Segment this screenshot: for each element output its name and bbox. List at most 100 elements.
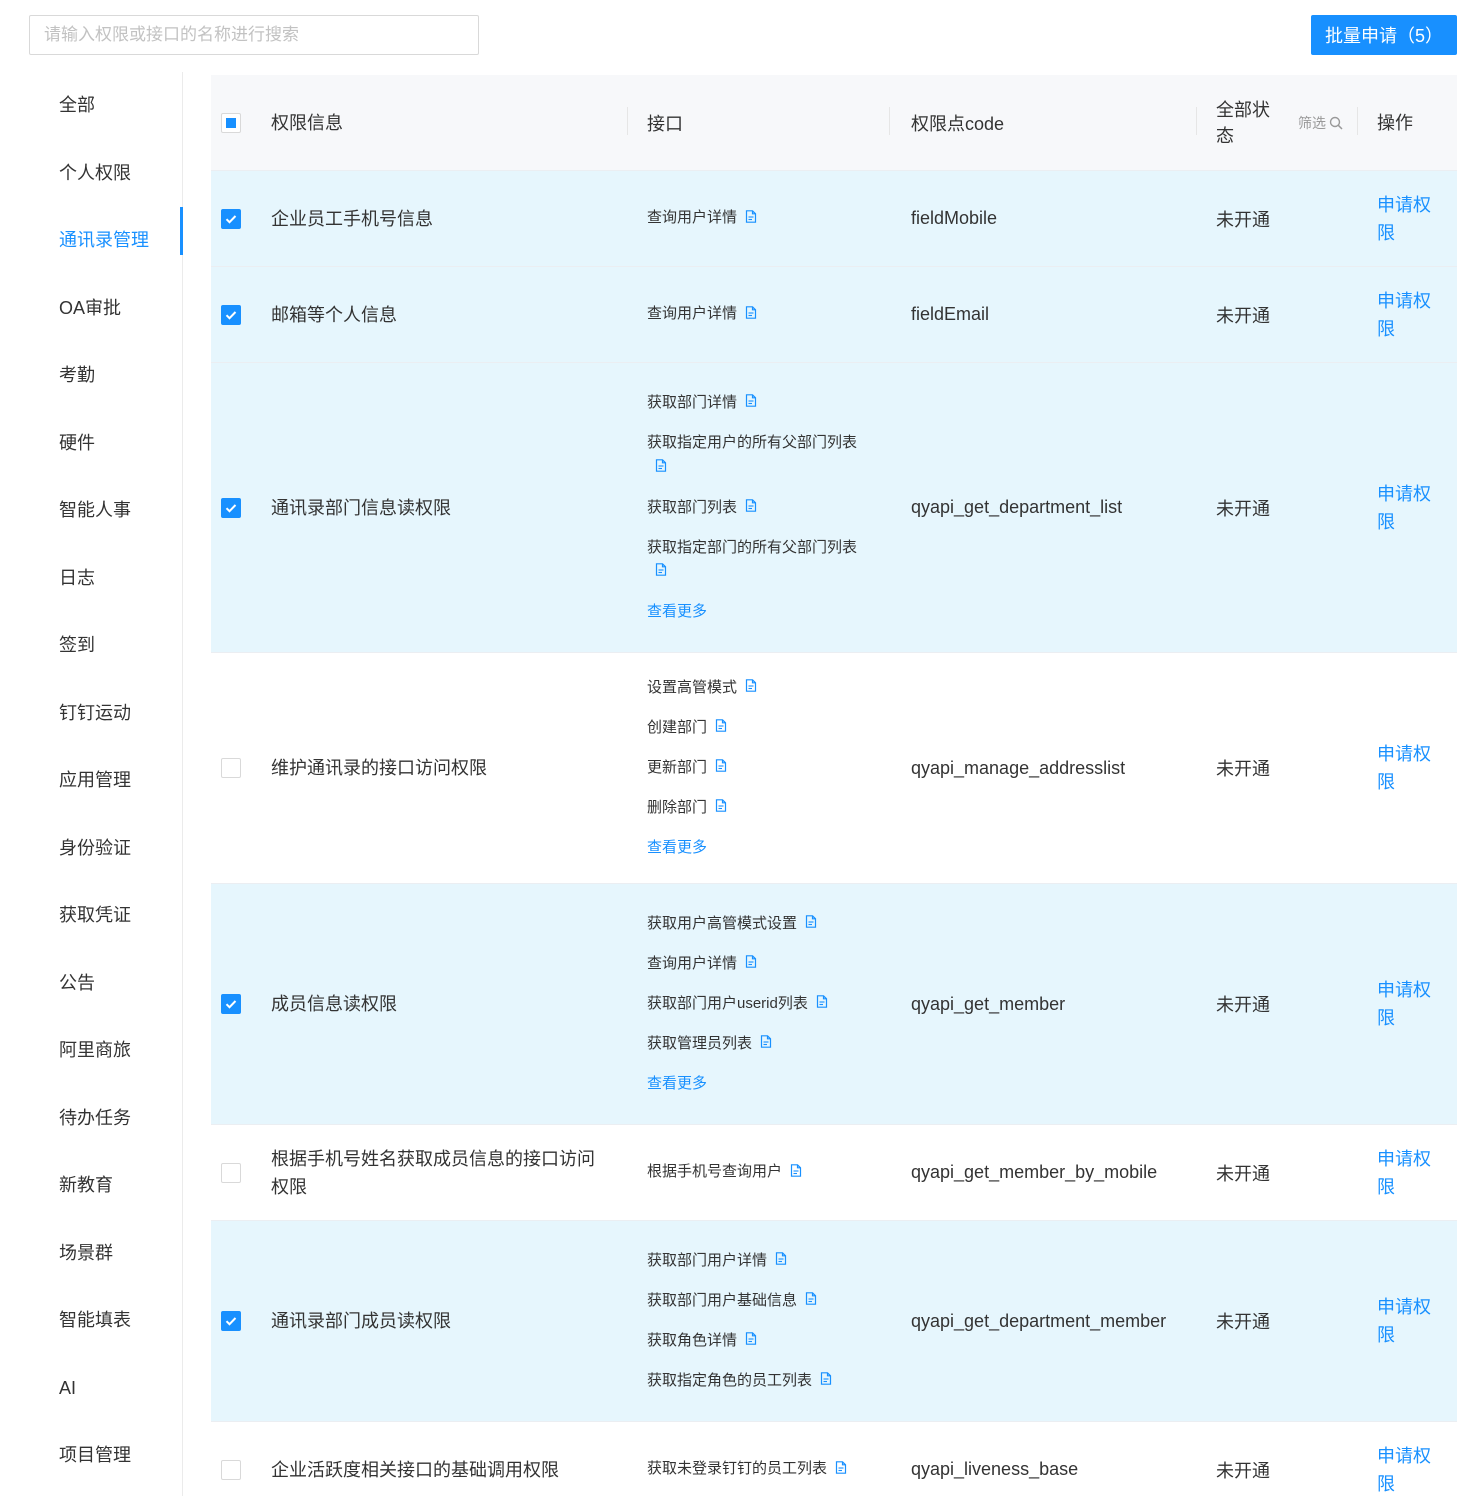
apply-permission-link[interactable]: 申请权限 (1377, 1442, 1437, 1496)
status-title: 全部状态 (1216, 99, 1270, 146)
sidebar-item[interactable]: 日志 (0, 545, 182, 613)
doc-icon[interactable] (745, 1321, 757, 1361)
sidebar-item[interactable]: 签到 (0, 612, 182, 680)
row-checkbox[interactable] (221, 1162, 241, 1183)
doc-icon[interactable] (655, 560, 667, 584)
sidebar-item[interactable]: 新教育 (0, 1152, 182, 1220)
batch-apply-button[interactable]: 批量申请（5） (1311, 15, 1457, 55)
row-checkbox[interactable] (221, 208, 241, 229)
doc-icon[interactable] (760, 1024, 772, 1064)
row-checkbox[interactable] (221, 497, 241, 518)
api-link[interactable]: 获取指定角色的员工列表 (647, 1361, 891, 1401)
doc-icon[interactable] (745, 944, 757, 984)
sidebar-item[interactable]: 场景群 (0, 1220, 182, 1288)
apply-permission-link[interactable]: 申请权限 (1377, 1293, 1437, 1349)
api-link[interactable]: 设置高管模式 (647, 668, 891, 708)
api-link[interactable]: 获取用户高管模式设置 (647, 904, 891, 944)
api-list: 设置高管模式 创建部门 更新部门删除部门查看更多 (627, 668, 891, 868)
api-link[interactable]: 获取未登录钉钉的员工列表 (647, 1449, 891, 1489)
doc-icon[interactable] (775, 1241, 787, 1281)
doc-icon[interactable] (805, 1281, 817, 1321)
sidebar-item[interactable]: 通讯录管理 (0, 207, 183, 275)
api-link[interactable]: 创建部门 (647, 708, 891, 748)
row-check-cell (211, 994, 251, 1014)
sidebar-item[interactable]: 全部 (0, 72, 182, 140)
sidebar-item[interactable]: 智能人事 (0, 477, 182, 545)
sidebar-item[interactable]: OA审批 (0, 275, 182, 343)
doc-icon[interactable] (745, 295, 757, 335)
apply-permission-link[interactable]: 申请权限 (1377, 191, 1437, 247)
doc-icon[interactable] (805, 904, 817, 944)
sidebar-item[interactable]: 身份验证 (0, 815, 182, 883)
api-name: 根据手机号查询用户 (647, 1163, 783, 1181)
api-link[interactable]: 获取角色详情 (647, 1321, 891, 1361)
table-row: 成员信息读权限 获取用户高管模式设置 查询用户详情 获取部门用户userid列表 获取管… (211, 884, 1457, 1125)
api-link[interactable]: 获取指定部门的所有父部门列表 (647, 536, 891, 584)
row-check-cell (211, 1162, 251, 1183)
doc-icon[interactable] (745, 383, 757, 423)
sidebar-item[interactable]: 硬件 (0, 410, 182, 478)
header-api: 接口 (647, 113, 683, 134)
apply-permission-link[interactable]: 申请权限 (1377, 287, 1437, 343)
doc-icon[interactable] (745, 199, 757, 239)
api-link[interactable]: 查询用户详情 (647, 198, 891, 238)
api-link[interactable]: 查询用户详情 (647, 944, 891, 984)
api-link[interactable]: 获取部门用户userid列表 (647, 984, 891, 1024)
view-more-link[interactable]: 查看更多 (647, 1064, 891, 1104)
doc-icon[interactable] (745, 488, 757, 528)
sidebar-item[interactable]: 阿里商旅 (0, 1017, 182, 1085)
api-name: 获取未登录钉钉的员工列表 (647, 1460, 828, 1478)
sidebar-item[interactable]: 钉钉运动 (0, 680, 182, 748)
api-link[interactable]: 查询用户详情 (647, 294, 891, 334)
api-link[interactable]: 获取部门详情 (647, 383, 891, 423)
doc-icon[interactable] (745, 668, 757, 708)
sidebar-item[interactable]: 应用管理 (0, 747, 182, 815)
row-checkbox[interactable] (221, 994, 241, 1014)
permission-code: qyapi_liveness_base (911, 1459, 1079, 1479)
select-all-checkbox[interactable] (221, 112, 241, 133)
apply-permission-link[interactable]: 申请权限 (1377, 740, 1437, 796)
view-more-link[interactable]: 查看更多 (647, 828, 891, 868)
api-link[interactable]: 删除部门 (647, 788, 891, 828)
api-link[interactable]: 获取指定用户的所有父部门列表 (647, 431, 891, 479)
sidebar-item[interactable]: AI (0, 1355, 182, 1423)
view-more-link[interactable]: 查看更多 (647, 592, 891, 632)
status-filter[interactable]: 筛选 (1298, 110, 1343, 136)
sidebar-item[interactable]: 个人权限 (0, 140, 182, 208)
doc-icon[interactable] (790, 1153, 802, 1193)
apply-permission-link[interactable]: 申请权限 (1377, 1145, 1437, 1201)
api-link[interactable]: 获取部门用户基础信息 (647, 1281, 891, 1321)
permission-name: 通讯录部门信息读权限 (271, 497, 451, 518)
row-checkbox[interactable] (221, 1311, 241, 1331)
doc-icon[interactable] (715, 788, 727, 828)
column-divider (627, 107, 628, 135)
doc-icon[interactable] (715, 748, 727, 788)
api-link[interactable]: 获取管理员列表 (647, 1024, 891, 1064)
row-checkbox[interactable] (221, 758, 241, 778)
apply-permission-link[interactable]: 申请权限 (1377, 480, 1437, 536)
doc-icon[interactable] (655, 456, 667, 480)
sidebar-item[interactable]: 智能填表 (0, 1287, 182, 1355)
sidebar-item[interactable]: 项目管理 (0, 1422, 182, 1490)
doc-icon[interactable] (816, 984, 828, 1024)
api-link[interactable]: 获取部门列表 (647, 488, 891, 528)
api-link[interactable]: 根据手机号查询用户 (647, 1152, 891, 1192)
api-name: 删除部门 (647, 799, 708, 817)
row-checkbox[interactable] (221, 1459, 241, 1480)
search-input[interactable] (29, 15, 479, 55)
api-link[interactable]: 获取部门用户详情 (647, 1241, 891, 1281)
api-list: 查询用户详情 (627, 294, 891, 334)
table-row: 通讯录部门信息读权限 获取部门详情获取指定用户的所有父部门列表获取部门列表获取指定… (211, 363, 1457, 653)
apply-permission-link[interactable]: 申请权限 (1377, 976, 1437, 1032)
row-checkbox[interactable] (221, 304, 241, 325)
status-text: 未开通 (1216, 1163, 1270, 1184)
sidebar-item[interactable]: 公告 (0, 950, 182, 1018)
sidebar-item[interactable]: 考勤 (0, 342, 182, 410)
sidebar-item[interactable]: 获取凭证 (0, 882, 182, 950)
sidebar-item[interactable]: 待办任务 (0, 1085, 182, 1153)
api-link[interactable]: 更新部门 (647, 748, 891, 788)
doc-icon[interactable] (835, 1450, 847, 1490)
doc-icon[interactable] (820, 1361, 832, 1401)
doc-icon[interactable] (715, 708, 727, 748)
column-divider (889, 107, 890, 135)
